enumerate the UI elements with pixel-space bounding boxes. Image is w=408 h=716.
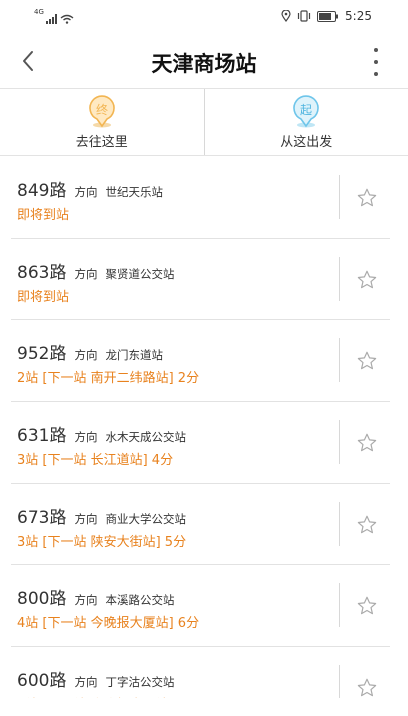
origin-pin-icon: 起 bbox=[293, 95, 320, 128]
route-row[interactable]: 863路 方向 聚贤道公交站 即将到站 bbox=[11, 239, 390, 321]
favorite-star-icon[interactable] bbox=[356, 432, 378, 454]
favorite-star-icon[interactable] bbox=[356, 595, 378, 617]
route-row[interactable]: 631路 方向 水木天成公交站 3站 [下一站 长江道站] 4分 bbox=[11, 402, 390, 484]
destination-pin-icon: 终 bbox=[88, 95, 115, 128]
more-dot-icon bbox=[374, 72, 378, 76]
route-number: 600路 bbox=[17, 671, 67, 692]
go-here-label: 去往这里 bbox=[75, 135, 128, 150]
route-heading: 952路 方向 龙门东道站 bbox=[17, 339, 163, 364]
wifi-icon bbox=[60, 14, 74, 24]
direction-label: 方向 bbox=[74, 430, 98, 445]
destination-pin-label: 终 bbox=[96, 102, 108, 117]
favorite-star-icon[interactable] bbox=[356, 269, 378, 291]
vibrate-icon bbox=[297, 10, 311, 22]
divider bbox=[339, 338, 340, 383]
direction-destination: 聚贤道公交站 bbox=[105, 266, 175, 281]
direction-label: 方向 bbox=[74, 266, 98, 281]
action-bar: 终 去往这里 起 从这出发 bbox=[0, 88, 408, 156]
route-number: 849路 bbox=[17, 181, 67, 201]
route-heading: 863路 方向 聚贤道公交站 bbox=[17, 258, 174, 283]
route-row[interactable]: 952路 方向 龙门东道站 2站 [下一站 南开二纬路站] 2分 bbox=[11, 320, 390, 403]
direction-destination: 商业大学公交站 bbox=[105, 511, 186, 526]
direction-label: 方向 bbox=[74, 511, 98, 526]
signal-indicators: 4G bbox=[34, 8, 74, 24]
arrival-status: 即将到站 bbox=[17, 208, 70, 223]
divider bbox=[339, 501, 340, 546]
route-number: 800路 bbox=[17, 589, 67, 610]
signal-icon bbox=[45, 14, 57, 24]
direction-label: 方向 bbox=[74, 675, 98, 690]
more-dot-icon bbox=[374, 48, 378, 52]
route-heading: 600路 方向 丁字沽公交站 bbox=[17, 666, 174, 691]
bus-route-list: 849路 方向 世纪天乐站 即将到站 863路 方向 聚贤道公交站 即将到站 9… bbox=[0, 157, 408, 716]
route-row[interactable]: 849路 方向 世纪天乐站 即将到站 bbox=[11, 157, 390, 239]
route-heading: 673路 方向 商业大学公交站 bbox=[17, 503, 186, 528]
app-header: 天津商场站 bbox=[0, 34, 408, 88]
status-bar: 4G 5:25 bbox=[0, 0, 408, 34]
direction-destination: 本溪路公交站 bbox=[105, 593, 175, 608]
go-here-button[interactable]: 终 去往这里 bbox=[0, 89, 204, 155]
more-dot-icon bbox=[374, 60, 378, 64]
route-number: 673路 bbox=[17, 507, 67, 528]
battery-icon bbox=[317, 10, 339, 22]
divider bbox=[339, 256, 340, 301]
route-heading: 800路 方向 本溪路公交站 bbox=[17, 584, 174, 609]
route-heading: 631路 方向 水木天成公交站 bbox=[17, 421, 186, 446]
divider bbox=[339, 420, 340, 465]
route-number: 863路 bbox=[17, 262, 67, 283]
more-options-button[interactable] bbox=[368, 48, 384, 76]
depart-label: 从这出发 bbox=[280, 135, 333, 150]
favorite-star-icon[interactable] bbox=[356, 350, 378, 372]
arrival-status: 即将到站 bbox=[17, 289, 70, 305]
direction-destination: 世纪天乐站 bbox=[105, 185, 163, 199]
route-number: 952路 bbox=[17, 344, 67, 365]
page-title: 天津商场站 bbox=[151, 52, 257, 76]
clock: 5:25 bbox=[345, 9, 372, 23]
status-right: 5:25 bbox=[281, 9, 372, 23]
location-icon bbox=[281, 10, 291, 22]
favorite-star-icon[interactable] bbox=[356, 514, 378, 536]
origin-pin-label: 起 bbox=[300, 103, 312, 117]
arrival-status: 4站 [下一站 今晚报大厦站] 6分 bbox=[17, 616, 200, 632]
route-heading: 849路 方向 世纪天乐站 bbox=[17, 176, 163, 201]
direction-label: 方向 bbox=[74, 185, 98, 199]
network-type: 4G bbox=[34, 8, 44, 16]
direction-destination: 水木天成公交站 bbox=[105, 430, 186, 445]
arrival-status: 2站 [下一站 南开二纬路站] 2分 bbox=[17, 371, 200, 387]
direction-destination: 丁字沽公交站 bbox=[105, 675, 175, 690]
arrival-status: 3站 [下一站 陕安大街站] 5分 bbox=[17, 534, 187, 550]
direction-label: 方向 bbox=[74, 348, 98, 363]
direction-label: 方向 bbox=[74, 593, 98, 608]
favorite-star-icon[interactable] bbox=[356, 187, 378, 209]
route-row[interactable]: 673路 方向 商业大学公交站 3站 [下一站 陕安大街站] 5分 bbox=[11, 484, 390, 566]
divider bbox=[339, 175, 340, 219]
route-row[interactable]: 800路 方向 本溪路公交站 4站 [下一站 今晚报大厦站] 6分 bbox=[11, 565, 390, 648]
depart-from-here-button[interactable]: 起 从这出发 bbox=[203, 89, 408, 155]
arrival-status: 3站 [下一站 长江道站] 4分 bbox=[17, 453, 174, 469]
route-number: 631路 bbox=[17, 426, 67, 447]
direction-destination: 龙门东道站 bbox=[105, 348, 163, 363]
divider bbox=[339, 583, 340, 628]
favorite-star-icon[interactable] bbox=[356, 677, 378, 699]
bottom-edge bbox=[0, 698, 408, 716]
